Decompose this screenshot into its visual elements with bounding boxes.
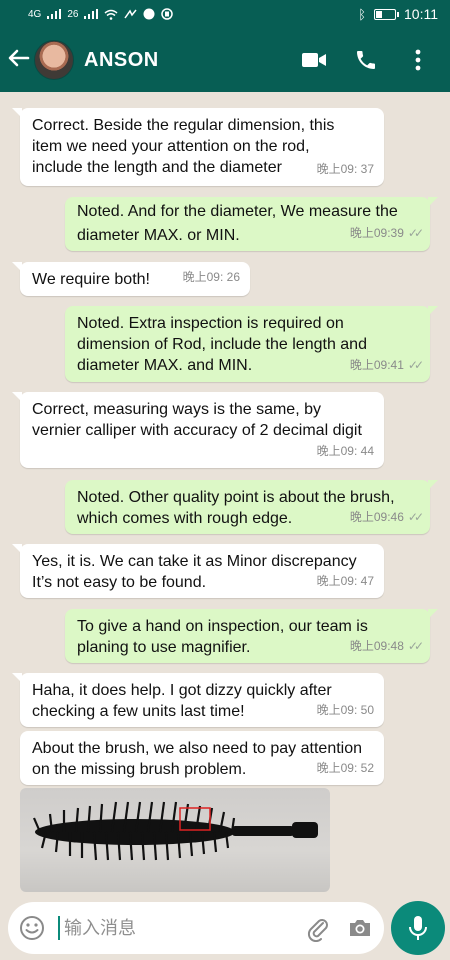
message-bubble-incoming[interactable]: Yes, it is. We can take it as Minor disc… xyxy=(12,544,384,598)
double-check-icon: ✓✓ xyxy=(407,639,424,653)
message-time: 晚上09: 26 xyxy=(182,270,240,284)
app-notification-icon xyxy=(161,8,174,20)
message-bubble-outgoing[interactable]: Noted. Extra inspection is required on d… xyxy=(65,306,438,382)
battery-icon xyxy=(374,8,399,20)
message-text: Correct, measuring ways is the same, by … xyxy=(32,401,362,439)
bluetooth-icon: ᛒ xyxy=(358,6,366,22)
message-bubble-incoming[interactable]: Haha, it does help. I got dizzy quickly … xyxy=(12,673,384,727)
status-right: ᛒ 10:11 xyxy=(358,6,438,22)
message-time: 晚上09:39 xyxy=(349,226,404,240)
message-time: 晚上09: 44 xyxy=(316,444,374,458)
message-meta: 晚上09: 47 xyxy=(317,571,374,592)
message-meta: 晚上09: 52 xyxy=(317,758,374,779)
header-actions xyxy=(300,46,450,74)
network-indicator-left: 4G xyxy=(28,8,42,20)
message-meta: 晚上09:41 ✓✓ xyxy=(349,355,424,376)
message-composer: 输入消息 xyxy=(8,902,384,954)
message-bubble-outgoing[interactable]: Noted. Other quality point is about the … xyxy=(65,480,438,534)
message-meta: 晚上09:39 ✓✓ xyxy=(349,221,424,245)
mic-icon xyxy=(409,916,427,940)
message-bubble-outgoing[interactable]: Noted. And for the diameter, We measure … xyxy=(65,197,438,251)
message-time: 晚上09:48 xyxy=(349,639,404,653)
contact-name[interactable]: ANSON xyxy=(84,49,300,72)
message-list[interactable]: Correct. Beside the regular dimension, t… xyxy=(0,92,450,892)
message-bubble-incoming[interactable]: Correct. Beside the regular dimension, t… xyxy=(12,108,384,186)
message-input[interactable]: 输入消息 xyxy=(58,916,290,940)
more-vert-icon[interactable] xyxy=(404,46,432,74)
phone-icon[interactable] xyxy=(352,46,380,74)
avatar[interactable] xyxy=(34,40,74,80)
message-time: 晚上09: 52 xyxy=(316,761,374,775)
status-left: 4G 26 xyxy=(28,8,174,20)
wifi-icon xyxy=(104,9,118,20)
message-time: 晚上09: 37 xyxy=(316,162,374,176)
signal-icon-2 xyxy=(84,9,99,19)
message-notification-icon xyxy=(143,8,155,20)
message-bubble-incoming[interactable]: About the brush, we also need to pay att… xyxy=(20,731,384,785)
double-check-icon: ✓✓ xyxy=(407,510,424,524)
message-meta: 晚上09:48 ✓✓ xyxy=(349,636,424,657)
message-time: 晚上09: 50 xyxy=(316,703,374,717)
message-meta: 晚上09: 44 xyxy=(317,441,374,462)
message-meta: 晚上09: 26 xyxy=(183,267,240,288)
camera-icon[interactable] xyxy=(346,914,374,942)
message-meta: 晚上09:46 ✓✓ xyxy=(349,507,424,528)
status-bar: 4G 26 ᛒ 10:11 xyxy=(0,0,450,28)
message-meta: 晚上09: 37 xyxy=(317,159,374,180)
emoji-icon[interactable] xyxy=(18,914,46,942)
back-arrow-icon[interactable] xyxy=(0,47,34,73)
clock: 10:11 xyxy=(404,6,438,22)
message-bubble-incoming[interactable]: Correct, measuring ways is the same, by … xyxy=(12,392,384,468)
network-indicator-right: 26 xyxy=(67,8,79,20)
message-text: Correct. Beside the regular dimension, t… xyxy=(32,117,335,176)
message-bubble-incoming[interactable]: We require both! 晚上09: 26 xyxy=(12,262,250,296)
double-check-icon: ✓✓ xyxy=(407,226,424,240)
signal-icon xyxy=(47,9,62,19)
notification-icon xyxy=(124,9,138,18)
message-time: 晚上09:41 xyxy=(349,358,404,372)
chat-header: ANSON xyxy=(0,28,450,92)
message-time: 晚上09:46 xyxy=(349,510,404,524)
message-meta: 晚上09: 50 xyxy=(317,700,374,721)
attach-icon[interactable] xyxy=(304,914,332,942)
message-time: 晚上09: 47 xyxy=(316,574,374,588)
double-check-icon: ✓✓ xyxy=(407,358,424,372)
message-bubble-outgoing[interactable]: To give a hand on inspection, our team i… xyxy=(65,609,438,663)
video-call-icon[interactable] xyxy=(300,46,328,74)
mic-button[interactable] xyxy=(391,901,445,955)
mascara-brush-photo[interactable] xyxy=(20,788,330,892)
